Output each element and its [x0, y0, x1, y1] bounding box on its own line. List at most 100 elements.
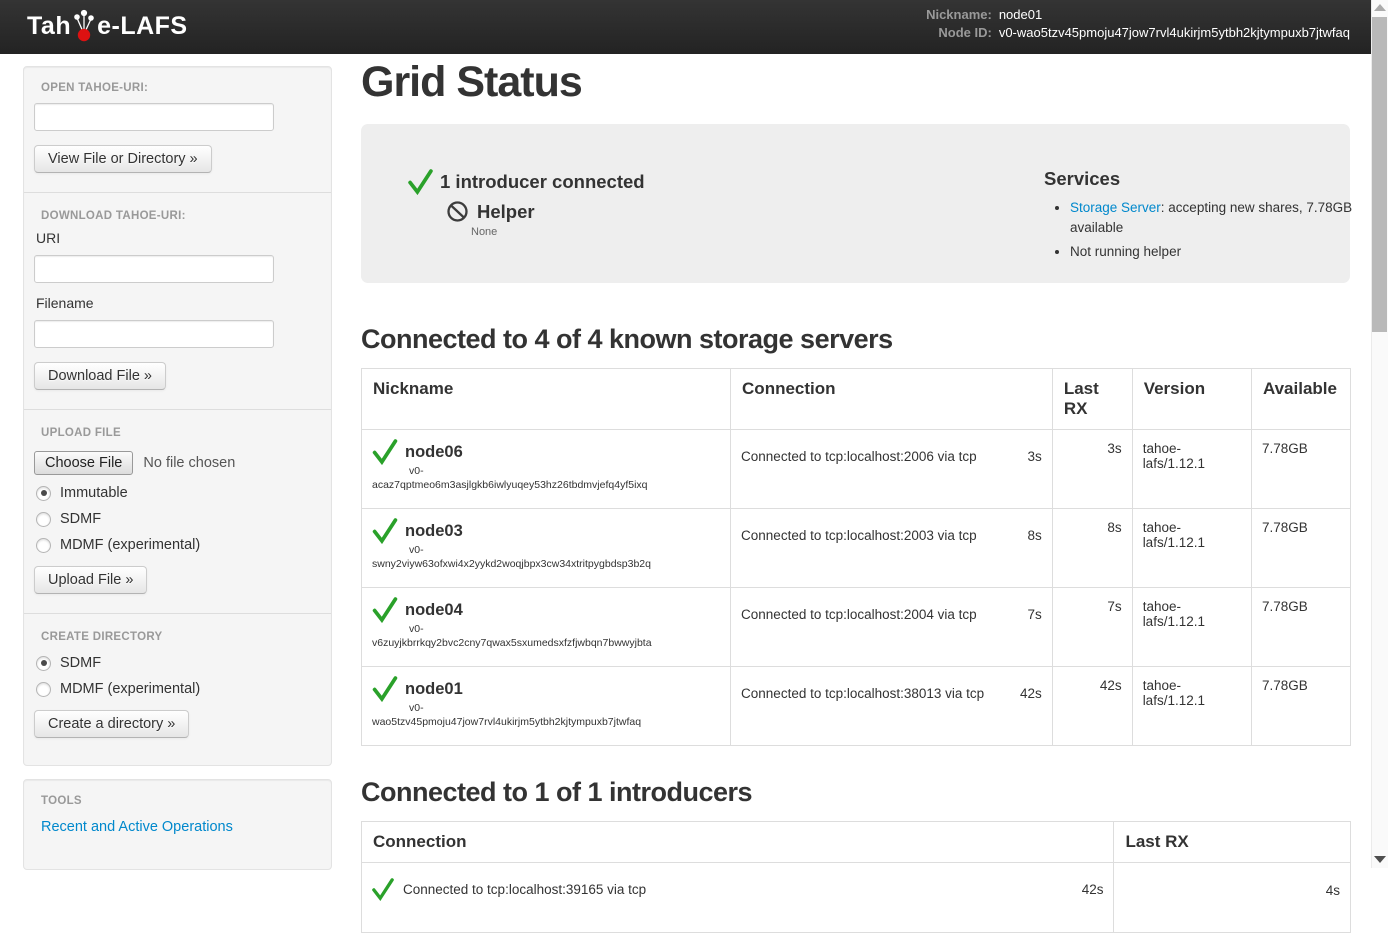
upload-format-radio-immutable[interactable]: Immutable	[36, 485, 321, 501]
last-rx-cell: 42s	[1052, 667, 1132, 746]
check-icon	[372, 675, 398, 702]
open-tahoe-uri-label: OPEN TAHOE-URI:	[41, 82, 321, 94]
node-id-label: Node ID:	[926, 25, 992, 40]
node-info: Nickname: node01 Node ID: v0-wao5tzv45pm…	[926, 7, 1350, 40]
storage-server-link[interactable]: Storage Server	[1070, 200, 1161, 215]
radio-label: MDMF (experimental)	[60, 537, 200, 553]
radio-label: MDMF (experimental)	[60, 681, 200, 697]
scroll-down-arrow-icon[interactable]	[1374, 856, 1386, 863]
mkdir-format-radio-mdmf[interactable]: MDMF (experimental)	[36, 681, 321, 697]
radio-icon	[36, 512, 51, 527]
last-rx-cell: 4s	[1114, 863, 1351, 933]
version-cell: tahoe-lafs/1.12.1	[1132, 588, 1251, 667]
connection-text: Connected to tcp:localhost:2004 via tcp	[741, 607, 977, 622]
upload-file-button[interactable]: Upload File »	[34, 566, 147, 594]
download-uri-input[interactable]	[34, 255, 274, 283]
scrollbar-thumb[interactable]	[1372, 17, 1387, 332]
brand-text-prefix: Tah	[27, 9, 71, 43]
nickname-cell: node03 v0- swny2viyw63ofxwi4x2yykd2woqjb…	[362, 509, 731, 588]
col-version: Version	[1132, 369, 1251, 430]
table-row: node06 v0- acaz7qptmeo6m3asjlgkb6iwlyuqe…	[362, 430, 1351, 509]
node-id-prefix: v0-	[409, 544, 720, 557]
last-rx-cell: 8s	[1052, 509, 1132, 588]
col-last-rx: Last RX	[1052, 369, 1132, 430]
table-row: node03 v0- swny2viyw63ofxwi4x2yykd2woqjb…	[362, 509, 1351, 588]
services-column: Services Storage Server: accepting new s…	[1044, 168, 1366, 283]
storage-server-service-item: Storage Server: accepting new shares, 7.…	[1070, 198, 1366, 237]
download-tahoe-uri-label: DOWNLOAD TAHOE-URI:	[41, 210, 321, 222]
connection-text: Connected to tcp:localhost:39165 via tcp	[403, 882, 646, 897]
table-row: node04 v0- v6zuyjkbrrkqy2bvc2cny7qwax5sx…	[362, 588, 1351, 667]
node-nickname: node01	[405, 676, 463, 702]
create-directory-button[interactable]: Create a directory »	[34, 710, 189, 738]
services-title: Services	[1044, 168, 1366, 190]
sidebar-forms-panel: OPEN TAHOE-URI: View File or Directory »…	[23, 66, 332, 766]
download-filename-input[interactable]	[34, 320, 274, 348]
nickname-cell: node06 v0- acaz7qptmeo6m3asjlgkb6iwlyuqe…	[362, 430, 731, 509]
upload-format-radio-sdmf[interactable]: SDMF	[36, 511, 321, 527]
divider	[24, 409, 331, 410]
node-id-prefix: v0-	[409, 702, 720, 715]
storage-servers-heading: Connected to 4 of 4 known storage server…	[361, 323, 1350, 355]
page-title: Grid Status	[361, 58, 1350, 106]
col-nickname: Nickname	[362, 369, 731, 430]
table-header-row: Nickname Connection Last RX Version Avai…	[362, 369, 1351, 430]
node-id-prefix: v0-	[409, 465, 720, 478]
node-id-hash: wao5tzv45pmoju47jow7rvl4ukirjm5ytbh2kjty…	[372, 715, 720, 730]
col-connection: Connection	[731, 369, 1053, 430]
upload-format-radio-mdmf[interactable]: MDMF (experimental)	[36, 537, 321, 553]
radio-label: SDMF	[60, 511, 101, 527]
divider	[24, 613, 331, 614]
node-nickname: node06	[405, 439, 463, 465]
col-available: Available	[1251, 369, 1350, 430]
check-icon	[408, 168, 433, 195]
available-cell: 7.78GB	[1251, 588, 1350, 667]
recent-operations-link[interactable]: Recent and Active Operations	[41, 819, 233, 835]
open-uri-input[interactable]	[34, 103, 274, 131]
helper-value: None	[471, 226, 1044, 238]
last-rx-cell: 7s	[1052, 588, 1132, 667]
scroll-up-arrow-icon[interactable]	[1374, 4, 1386, 11]
available-cell: 7.78GB	[1251, 430, 1350, 509]
brand-logo[interactable]: Tah e-LAFS	[27, 9, 188, 43]
table-row: Connected to tcp:localhost:39165 via tcp…	[362, 863, 1351, 933]
main-content: Grid Status 1 introducer connected Helpe…	[361, 56, 1350, 933]
tools-panel: TOOLS Recent and Active Operations	[23, 779, 332, 870]
table-header-row: Connection Last RX	[362, 822, 1351, 863]
connection-text: Connected to tcp:localhost:2006 via tcp	[741, 449, 977, 464]
choose-file-button[interactable]: Choose File	[34, 451, 133, 475]
view-file-or-directory-button[interactable]: View File or Directory »	[34, 145, 212, 173]
top-navbar: Tah e-LAFS Nickname: node01 Node ID: v0-…	[0, 0, 1388, 54]
services-list: Storage Server: accepting new shares, 7.…	[1044, 198, 1366, 262]
uri-field-label: URI	[36, 230, 321, 246]
radio-icon	[36, 538, 51, 553]
sidebar: OPEN TAHOE-URI: View File or Directory »…	[23, 66, 332, 870]
download-file-button[interactable]: Download File »	[34, 362, 166, 390]
version-cell: tahoe-lafs/1.12.1	[1132, 509, 1251, 588]
node-id-value: v0-wao5tzv45pmoju47jow7rvl4ukirjm5ytbh2k…	[999, 25, 1350, 40]
connection-age: 3s	[1028, 449, 1042, 464]
version-cell: tahoe-lafs/1.12.1	[1132, 667, 1251, 746]
node-nickname: node03	[405, 518, 463, 544]
node-id-prefix: v0-	[409, 623, 720, 636]
nickname-cell: node01 v0- wao5tzv45pmoju47jow7rvl4ukirj…	[362, 667, 731, 746]
col-last-rx: Last RX	[1114, 822, 1351, 863]
nickname-value: node01	[999, 7, 1350, 22]
radio-label: Immutable	[60, 485, 128, 501]
file-picker: Choose File No file chosen	[34, 451, 321, 475]
connection-age: 8s	[1028, 528, 1042, 543]
last-rx-cell: 3s	[1052, 430, 1132, 509]
radio-icon	[36, 682, 51, 697]
grid-status-summary-well: 1 introducer connected Helper None Servi…	[361, 124, 1350, 283]
mkdir-format-radio-sdmf[interactable]: SDMF	[36, 655, 321, 671]
nickname-label: Nickname:	[926, 7, 992, 22]
nickname-cell: node04 v0- v6zuyjkbrrkqy2bvc2cny7qwax5sx…	[362, 588, 731, 667]
status-left-column: 1 introducer connected Helper None	[361, 168, 1044, 283]
vertical-scrollbar[interactable]	[1371, 0, 1388, 868]
connection-text: Connected to tcp:localhost:2003 via tcp	[741, 528, 977, 543]
brand-text-suffix: e-LAFS	[97, 9, 188, 43]
node-id-hash: swny2viyw63ofxwi4x2yykd2woqjbpx3cw34xtri…	[372, 557, 720, 572]
connection-cell: Connected to tcp:localhost:39165 via tcp…	[362, 863, 1114, 933]
connection-age: 7s	[1028, 607, 1042, 622]
check-icon	[372, 877, 394, 901]
